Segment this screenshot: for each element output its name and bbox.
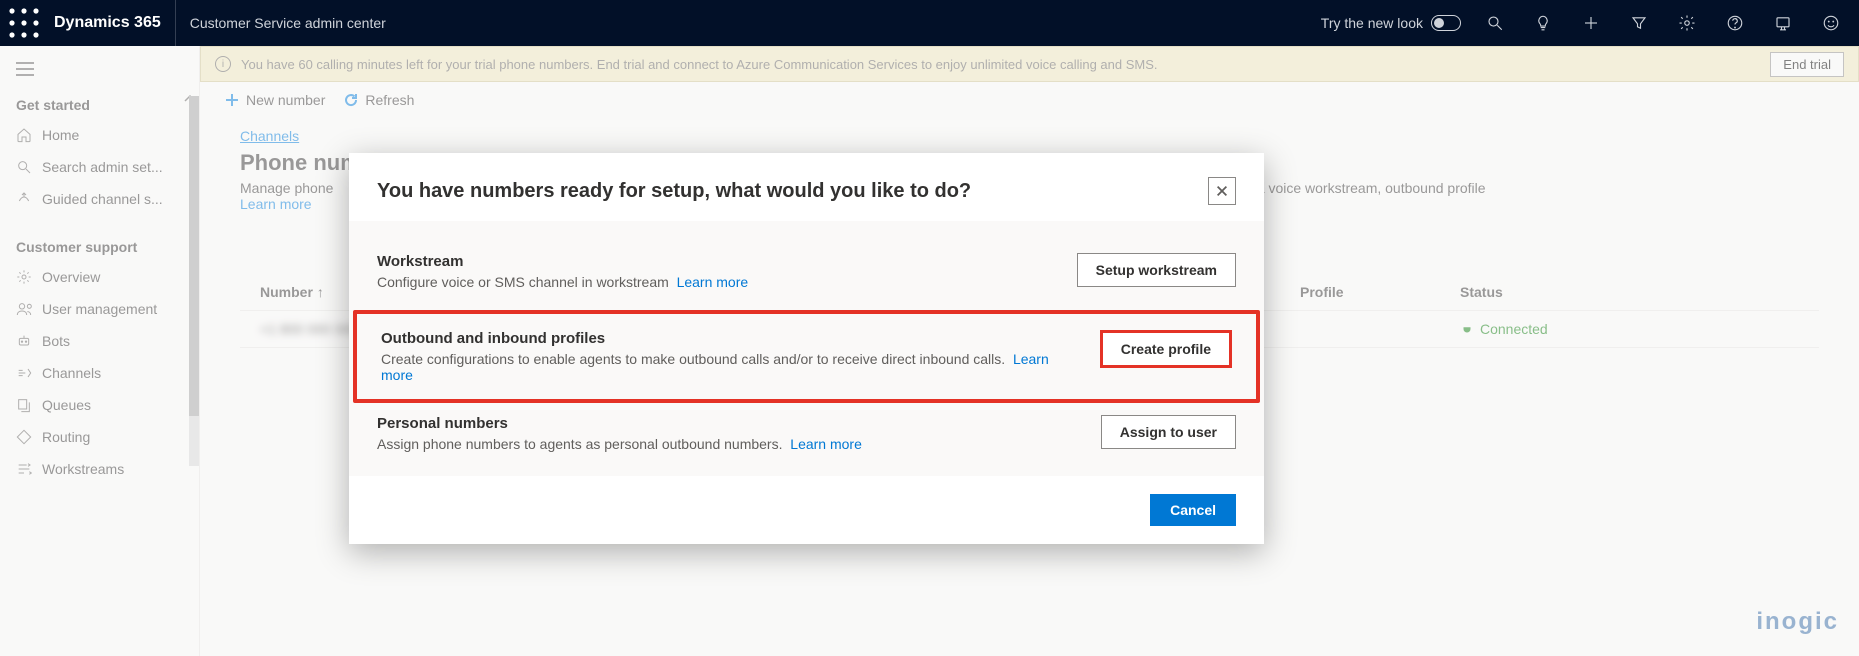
- close-button[interactable]: [1208, 177, 1236, 205]
- app-name-label: Customer Service admin center: [176, 15, 400, 31]
- top-bar: Dynamics 365 Customer Service admin cent…: [0, 0, 1859, 46]
- option-title: Outbound and inbound profiles: [381, 330, 1080, 347]
- option-workstream: Workstream Configure voice or SMS channe…: [349, 241, 1264, 310]
- brand-label[interactable]: Dynamics 365: [40, 0, 176, 46]
- setup-workstream-button[interactable]: Setup workstream: [1077, 253, 1236, 287]
- lightbulb-icon[interactable]: [1523, 3, 1563, 43]
- learn-more-link[interactable]: Learn more: [790, 436, 862, 452]
- assign-to-user-button[interactable]: Assign to user: [1101, 415, 1236, 449]
- setup-modal: You have numbers ready for setup, what w…: [349, 153, 1264, 544]
- search-icon[interactable]: [1475, 3, 1515, 43]
- option-personal-numbers: Personal numbers Assign phone numbers to…: [349, 403, 1264, 472]
- help-icon[interactable]: [1715, 3, 1755, 43]
- try-new-look-toggle[interactable]: [1431, 15, 1461, 31]
- watermark: inogic: [1756, 608, 1839, 636]
- add-icon[interactable]: [1571, 3, 1611, 43]
- option-outbound-inbound-profiles: Outbound and inbound profiles Create con…: [353, 310, 1260, 403]
- learn-more-link[interactable]: Learn more: [677, 274, 749, 290]
- try-new-look-label: Try the new look: [1321, 15, 1423, 31]
- emoji-icon[interactable]: [1811, 3, 1851, 43]
- support-icon[interactable]: [1763, 3, 1803, 43]
- modal-title: You have numbers ready for setup, what w…: [377, 180, 1208, 203]
- cancel-button[interactable]: Cancel: [1150, 494, 1236, 526]
- gear-icon[interactable]: [1667, 3, 1707, 43]
- option-description: Assign phone numbers to agents as person…: [377, 436, 1081, 452]
- option-description: Create configurations to enable agents t…: [381, 351, 1080, 383]
- app-launcher-icon[interactable]: [8, 7, 40, 39]
- option-description: Configure voice or SMS channel in workst…: [377, 274, 1057, 290]
- option-title: Workstream: [377, 253, 1057, 270]
- close-icon: [1215, 184, 1229, 198]
- filter-icon[interactable]: [1619, 3, 1659, 43]
- create-profile-button[interactable]: Create profile: [1100, 330, 1232, 368]
- option-title: Personal numbers: [377, 415, 1081, 432]
